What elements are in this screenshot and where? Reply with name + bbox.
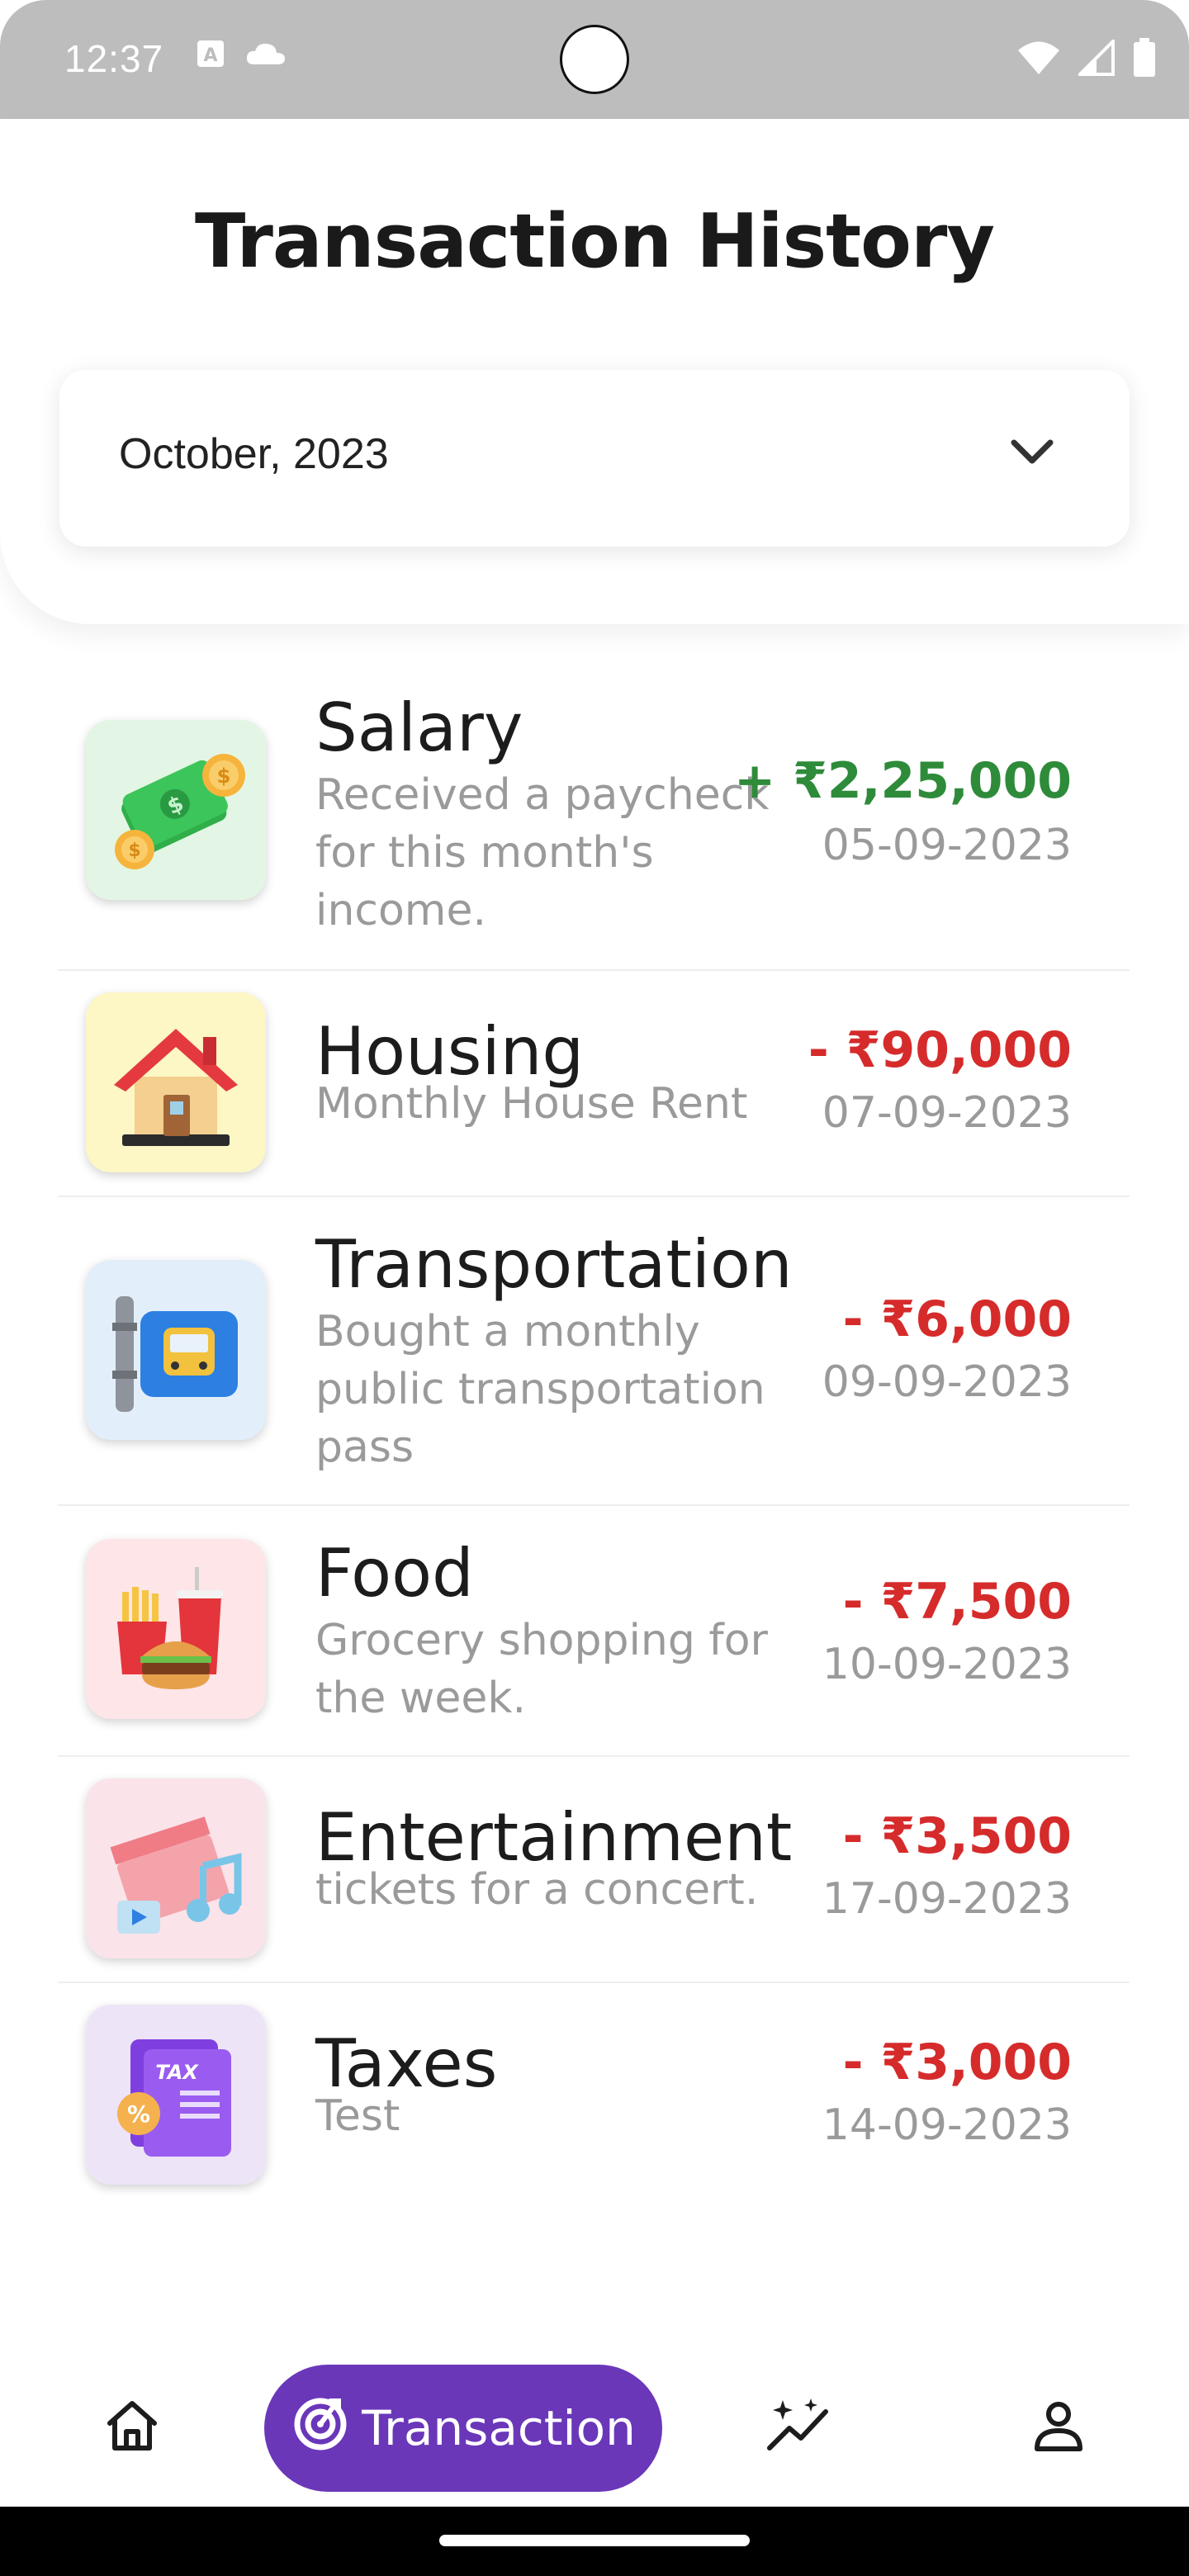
home-indicator[interactable] [439, 2535, 750, 2546]
transaction-amount: + ₹2,25,000 [734, 752, 1072, 810]
nav-insights[interactable] [756, 2394, 839, 2460]
transaction-date: 10-09-2023 [822, 1640, 1072, 1689]
tax-document-icon: TAX % [86, 2005, 266, 2185]
sparkle-chart-icon [765, 2397, 831, 2458]
svg-text:$: $ [217, 765, 231, 788]
camera-cutout [560, 25, 629, 94]
clapperboard-music-icon [86, 1778, 266, 1958]
transaction-description: Test [315, 2091, 400, 2141]
battery-icon [1133, 38, 1156, 81]
svg-text:$: $ [128, 841, 140, 861]
signal-icon [1076, 37, 1115, 79]
fast-food-icon [86, 1539, 266, 1719]
status-time: 12:37 [64, 37, 164, 80]
transaction-description: Monthly House Rent [315, 1079, 748, 1129]
transaction-row-housing[interactable]: Housing Monthly House Rent - ₹90,000 07-… [58, 971, 1130, 1197]
transaction-description: Bought a monthly public transportation p… [315, 1307, 765, 1472]
status-bar: 12:37 A [0, 0, 1189, 119]
transaction-list: $ $ $ Salary Received a paycheck for thi… [58, 661, 1130, 2208]
status-left-icons: A [197, 40, 287, 71]
transaction-amount: - ₹7,500 [842, 1573, 1072, 1631]
transaction-row-salary[interactable]: $ $ $ Salary Received a paycheck for thi… [58, 661, 1130, 971]
transaction-date: 05-09-2023 [822, 821, 1072, 870]
bottom-navigation: Transaction [0, 2345, 1189, 2507]
transaction-category: Food [315, 1535, 474, 1612]
nav-home[interactable] [91, 2394, 173, 2460]
nav-profile[interactable] [1017, 2394, 1100, 2460]
transaction-amount: - ₹90,000 [808, 1021, 1072, 1079]
home-icon [103, 2398, 161, 2456]
wifi-icon [1017, 40, 1060, 79]
transaction-description: Received a paycheck for this month's inc… [315, 770, 770, 935]
transaction-amount: - ₹3,500 [842, 1807, 1072, 1865]
status-right-icons [1017, 37, 1156, 81]
transaction-date: 14-09-2023 [822, 2100, 1072, 2150]
month-dropdown-value: October, 2023 [119, 430, 389, 478]
transaction-category: Salary [315, 689, 523, 766]
transaction-target-icon [291, 2393, 350, 2464]
cloud-icon [244, 40, 287, 71]
chevron-down-icon [1007, 436, 1057, 472]
bus-stop-icon [86, 1260, 266, 1440]
house-icon [86, 992, 266, 1172]
transaction-date: 09-09-2023 [822, 1357, 1072, 1407]
transaction-category: Transportation [315, 1226, 793, 1303]
month-dropdown[interactable]: October, 2023 [59, 370, 1130, 547]
transaction-row-taxes[interactable]: TAX % Taxes Test - ₹3,000 14-09-2023 [58, 1983, 1130, 2208]
transaction-row-transportation[interactable]: Transportation Bought a monthly public t… [58, 1197, 1130, 1506]
svg-text:A: A [203, 45, 217, 66]
transaction-amount: - ₹6,000 [842, 1290, 1072, 1348]
transaction-date: 07-09-2023 [822, 1088, 1072, 1138]
svg-text:%: % [127, 2100, 150, 2128]
person-icon [1032, 2399, 1085, 2455]
page-title: Transaction History [194, 198, 995, 285]
font-a-icon: A [197, 40, 225, 71]
transaction-date: 17-09-2023 [822, 1874, 1072, 1924]
transaction-amount: - ₹3,000 [842, 2034, 1072, 2091]
transaction-description: Grocery shopping for the week. [315, 1616, 768, 1723]
gesture-bar [0, 2507, 1189, 2576]
money-bills-icon: $ $ $ [86, 720, 266, 900]
header-card: Transaction History October, 2023 [0, 119, 1189, 624]
svg-text:TAX: TAX [155, 2061, 199, 2084]
nav-transaction[interactable]: Transaction [264, 2365, 662, 2492]
transaction-row-food[interactable]: Food Grocery shopping for the week. - ₹7… [58, 1506, 1130, 1757]
transaction-description: tickets for a concert. [315, 1865, 759, 1915]
transaction-row-entertainment[interactable]: Entertainment tickets for a concert. - ₹… [58, 1757, 1130, 1983]
nav-transaction-label: Transaction [362, 2400, 636, 2456]
